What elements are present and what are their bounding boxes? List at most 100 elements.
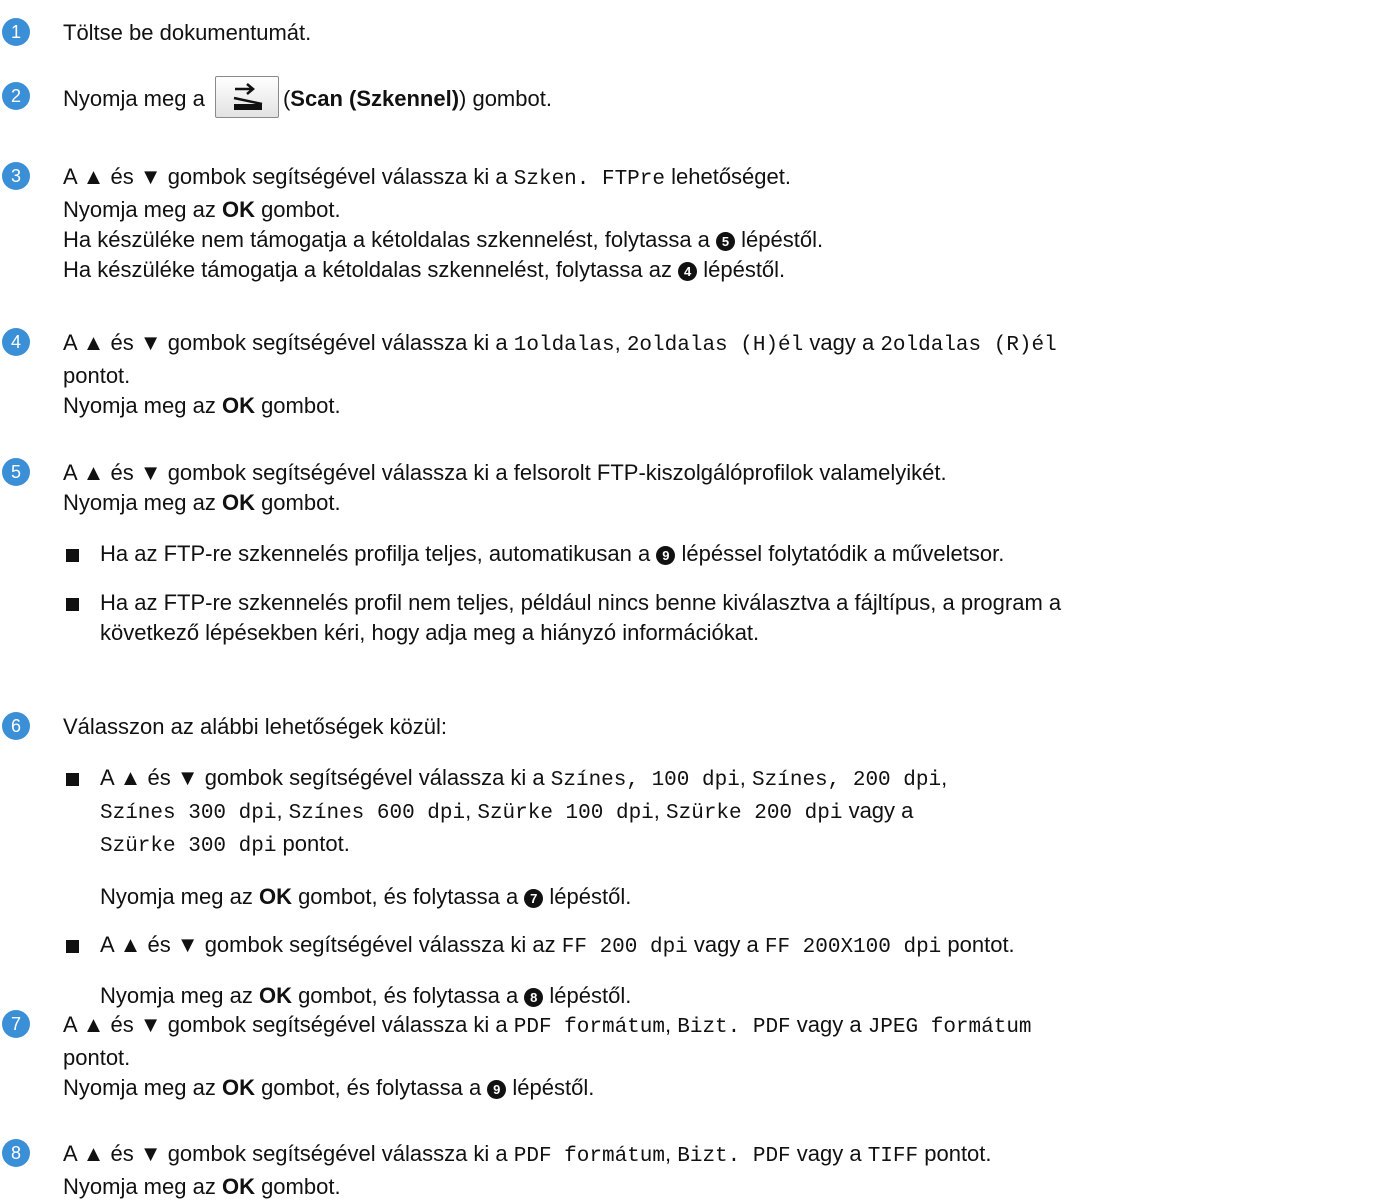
text-fragment: vagy a	[842, 798, 914, 823]
text-fragment: ,	[614, 330, 627, 355]
step-text: Nyomja meg az OK gombot, és folytassa a …	[63, 1073, 1382, 1103]
text-fragment: vagy a	[790, 1141, 868, 1166]
text-fragment: Ha készüléke nem támogatja a kétoldalas …	[63, 227, 717, 252]
text-fragment: A ▲ és ▼ gombok segítségével válassza ki…	[63, 1012, 514, 1037]
step-number: 2	[2, 82, 30, 110]
step-number: 1	[2, 18, 30, 46]
text-fragment: FF 200X100 dpi	[764, 936, 942, 959]
text-fragment: lehetőséget.	[665, 164, 791, 189]
text-fragment: OK	[258, 884, 292, 909]
step-text: Töltse be dokumentumát.	[63, 20, 312, 45]
text-fragment: A ▲ és ▼ gombok segítségével válassza ki…	[100, 765, 551, 790]
step-number: 6	[2, 712, 30, 740]
text-fragment: gombot, és folytassa a	[254, 1075, 488, 1100]
text-fragment: Színes, 200 dpi	[752, 769, 942, 792]
text-fragment: ) gombot.	[459, 85, 552, 111]
step-text: Ha készüléke nem támogatja a kétoldalas …	[63, 225, 1382, 255]
text-fragment: Ha az FTP-re szkennelés profil nem telje…	[100, 590, 1062, 615]
text-fragment: OK	[258, 983, 292, 1008]
text-fragment: lépéstől.	[506, 1075, 595, 1100]
text-fragment: Nyomja meg az	[63, 1174, 222, 1199]
step-text: Nyomja meg a (Scan (Szkennel)) gombot.	[63, 76, 1382, 118]
text-fragment: 2oldalas (R)él	[880, 334, 1057, 357]
bullet-item: A ▲ és ▼ gombok segítségével válassza ki…	[63, 763, 1382, 912]
text-fragment: Nyomja meg a	[63, 85, 205, 111]
bullet-item: A ▲ és ▼ gombok segítségével válassza ki…	[63, 930, 1382, 1011]
text-fragment: PDF formátum	[513, 1016, 665, 1039]
step-ref-marker: 9	[656, 546, 676, 565]
text-fragment: Szken. FTPre	[513, 168, 665, 191]
step-number: 5	[2, 458, 30, 486]
text-fragment: lépéstől.	[735, 227, 824, 252]
text-fragment: PDF formátum	[513, 1145, 665, 1168]
text-fragment: Nyomja meg az	[63, 490, 222, 515]
text-fragment: OK	[221, 1174, 255, 1199]
text-fragment: Ha készüléke támogatja a kétoldalas szke…	[63, 257, 679, 282]
step-number: 8	[2, 1139, 30, 1167]
step-text: Nyomja meg az OK gombot.	[63, 195, 1382, 225]
step-ref-marker: 5	[716, 232, 736, 251]
text-fragment: pontot.	[276, 831, 350, 856]
text-fragment: JPEG formátum	[867, 1016, 1032, 1039]
step-text: pontot.	[63, 1045, 131, 1070]
scan-button-image	[214, 76, 279, 118]
text-fragment: következő lépésekben kéri, hogy adja meg…	[100, 620, 760, 645]
text-fragment: Nyomja meg az	[63, 1075, 222, 1100]
text-fragment: OK	[221, 490, 255, 515]
step-text: A ▲ és ▼ gombok segítségével válassza ki…	[63, 162, 1382, 195]
step-text: Nyomja meg az OK gombot.	[63, 391, 1382, 421]
text-fragment: gombot, és folytassa a	[291, 884, 525, 909]
text-fragment: Nyomja meg az	[63, 197, 222, 222]
text-fragment: pontot.	[941, 932, 1015, 957]
text-fragment: ,	[465, 798, 478, 823]
step-text: Nyomja meg az OK gombot.	[63, 1172, 1382, 1202]
step-number: 7	[2, 1010, 30, 1038]
step-text: Ha készüléke támogatja a kétoldalas szke…	[63, 255, 1382, 285]
text-fragment: OK	[221, 197, 255, 222]
text-fragment: Színes 600 dpi	[288, 802, 466, 825]
text-fragment: Szürke 100 dpi	[477, 802, 654, 825]
text-fragment: Színes 300 dpi	[100, 802, 277, 825]
text-fragment: Nyomja meg az	[63, 393, 222, 418]
text-fragment: Nyomja meg az	[100, 983, 259, 1008]
step-ref-marker: 9	[487, 1080, 507, 1099]
text-fragment: TIFF	[867, 1145, 919, 1168]
step-text: A ▲ és ▼ gombok segítségével válassza ki…	[63, 328, 1382, 361]
text-fragment: gombot, és folytassa a	[291, 983, 525, 1008]
step-text: pontot.	[63, 363, 131, 388]
text-fragment: pontot.	[918, 1141, 992, 1166]
text-fragment: FF 200 dpi	[561, 936, 688, 959]
text-fragment: Szürke 300 dpi	[100, 835, 277, 858]
scan-icon	[233, 83, 263, 110]
text-fragment: 2oldalas (H)él	[626, 334, 804, 357]
text-fragment: ,	[739, 765, 753, 790]
text-fragment: gombot.	[254, 393, 341, 418]
text-fragment: gombot.	[254, 1174, 341, 1199]
text-fragment: Nyomja meg az	[100, 884, 259, 909]
text-fragment: Bizt. PDF	[677, 1145, 791, 1168]
text-fragment: vagy a	[687, 932, 765, 957]
text-fragment: OK	[221, 393, 255, 418]
text-fragment: ,	[941, 765, 948, 790]
step-number: 3	[2, 162, 30, 190]
text-fragment: 1oldalas	[513, 334, 615, 357]
text-fragment: Ha az FTP-re szkennelés profilja teljes,…	[100, 541, 657, 566]
text-fragment: A ▲ és ▼ gombok segítségével válassza ki…	[63, 1141, 514, 1166]
step-number: 4	[2, 328, 30, 356]
step-text: Válasszon az alábbi lehetőségek közül:	[63, 714, 448, 739]
scan-button-label: Scan (Szkennel)	[290, 85, 460, 111]
step-ref-marker: 7	[524, 889, 544, 908]
text-fragment: Szürke 200 dpi	[666, 802, 843, 825]
step-text: A ▲ és ▼ gombok segítségével válassza ki…	[63, 1139, 1382, 1172]
text-fragment: vagy a	[803, 330, 881, 355]
step-ref-marker: 4	[678, 262, 698, 281]
text-fragment: Bizt. PDF	[677, 1016, 791, 1039]
text-fragment: lépéstől.	[543, 983, 632, 1008]
step-text: A ▲ és ▼ gombok segítségével válassza ki…	[63, 460, 947, 485]
text-fragment: ,	[665, 1012, 678, 1037]
text-fragment: A ▲ és ▼ gombok segítségével válassza ki…	[63, 330, 514, 355]
text-fragment: Színes, 100 dpi	[550, 769, 740, 792]
text-fragment: ,	[653, 798, 667, 823]
text-fragment: lépéstől.	[543, 884, 632, 909]
step-text: A ▲ és ▼ gombok segítségével válassza ki…	[63, 1010, 1382, 1043]
